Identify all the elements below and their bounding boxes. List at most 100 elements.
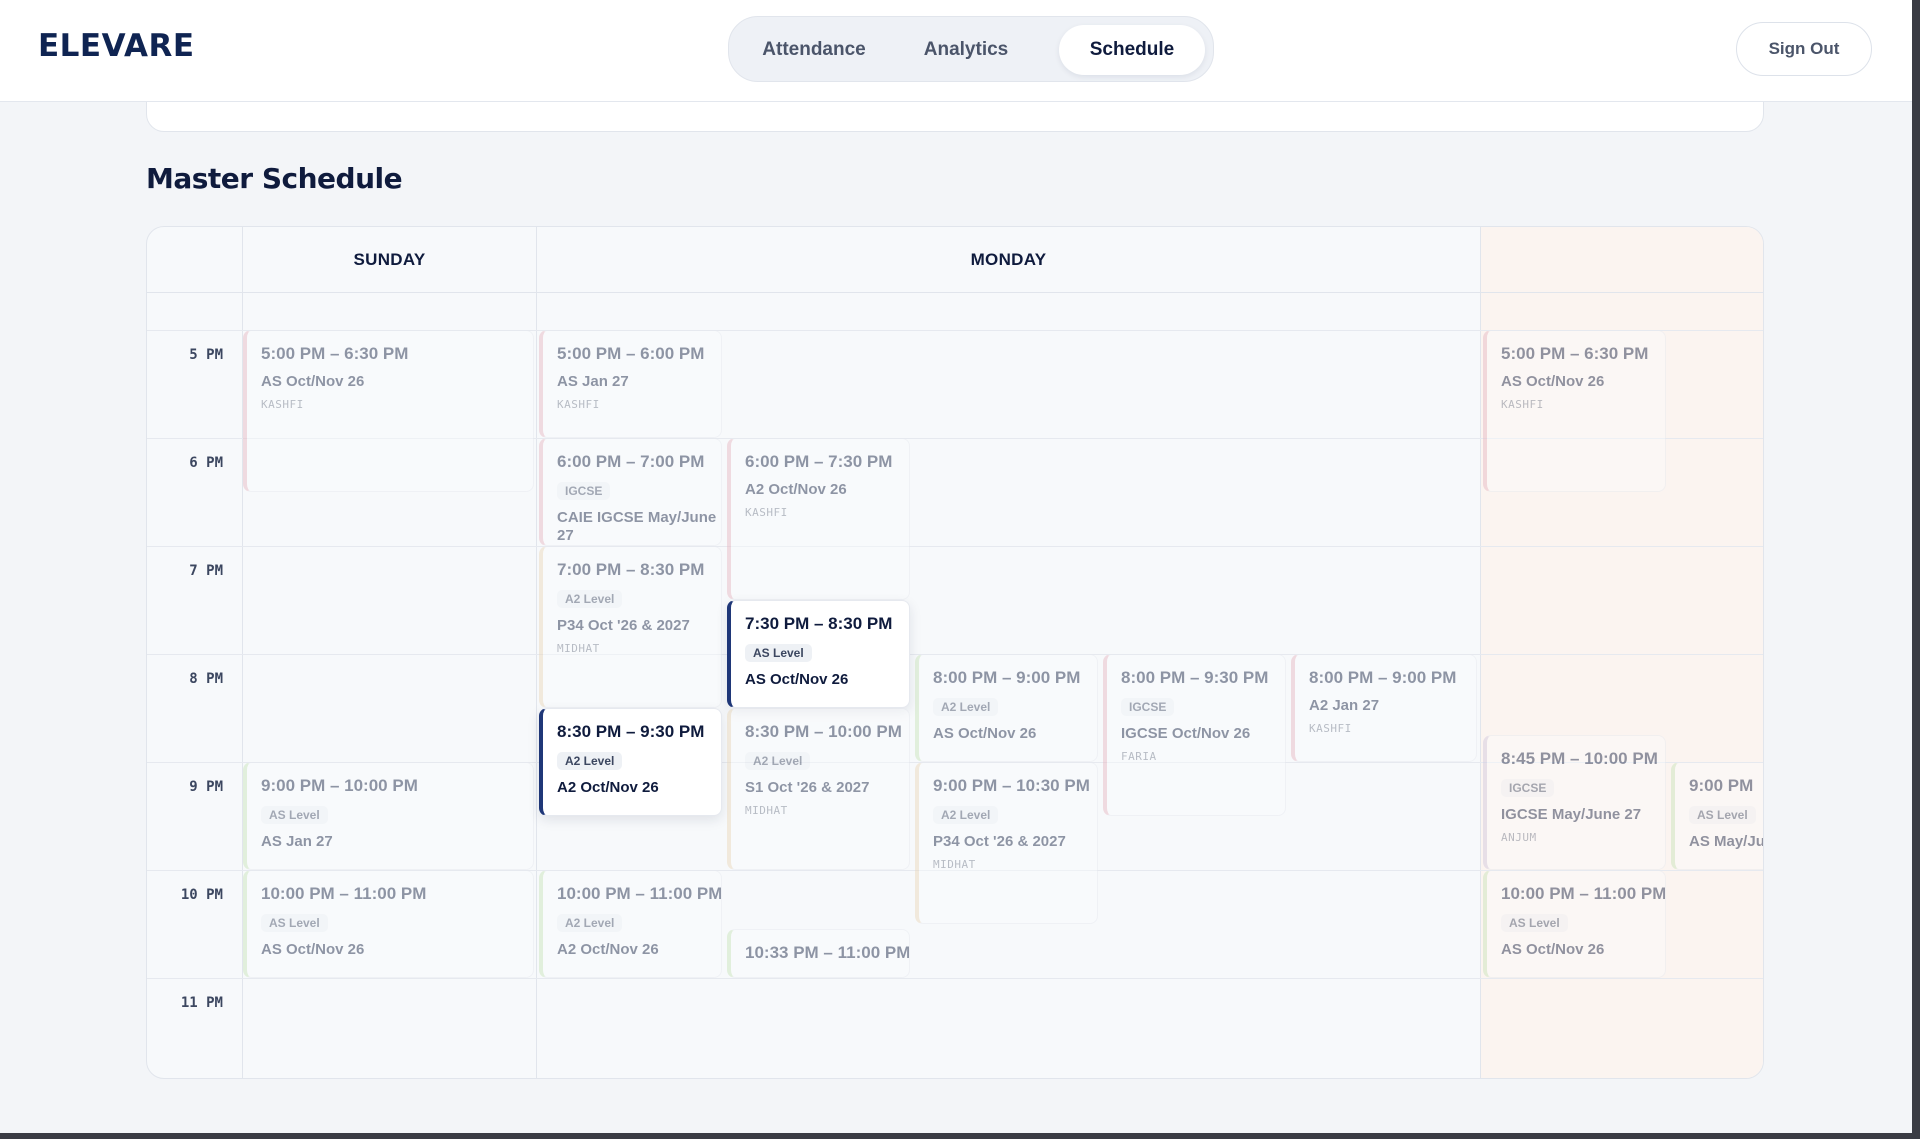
time-header-corner bbox=[147, 227, 242, 293]
event-title: AS Jan 27 bbox=[261, 833, 333, 850]
event-level-badge: AS Level bbox=[1689, 806, 1756, 824]
event-card[interactable]: 8:30 PM – 10:00 PM A2 Level S1 Oct '26 &… bbox=[727, 708, 910, 870]
event-level-badge: AS Level bbox=[745, 644, 812, 662]
event-card[interactable]: 5:00 PM – 6:30 PM AS Oct/Nov 26 KASHFI bbox=[1483, 330, 1666, 492]
time-label: 8 PM bbox=[189, 671, 223, 687]
event-level-badge: AS Level bbox=[261, 806, 328, 824]
event-level-badge: A2 Level bbox=[557, 590, 623, 608]
schedule-grid: SUNDAY MONDAY 5 PM 6 PM 7 PM 8 PM 9 PM 1… bbox=[146, 226, 1764, 1079]
event-time: 10:00 PM – 11:00 PM bbox=[261, 884, 427, 903]
column-divider bbox=[536, 227, 537, 1078]
event-time: 8:00 PM – 9:00 PM bbox=[933, 668, 1081, 687]
event-time: 9:00 PM – 10:30 PM bbox=[933, 776, 1090, 795]
event-title: CAIE IGCSE May/June 27 bbox=[557, 509, 717, 544]
event-time: 10:33 PM – 11:00 PM bbox=[745, 943, 910, 962]
event-title: A2 Jan 27 bbox=[1309, 697, 1380, 714]
event-level-badge: IGCSE bbox=[1121, 698, 1175, 716]
event-level-badge: A2 Level bbox=[557, 914, 623, 932]
event-tutor: MIDHAT bbox=[933, 858, 976, 871]
event-card[interactable]: 10:00 PM – 11:00 PM AS Level AS Oct/Nov … bbox=[1483, 870, 1666, 978]
event-card[interactable]: 8:00 PM – 9:00 PM A2 Jan 27 KASHFI bbox=[1291, 654, 1477, 762]
event-time: 8:30 PM – 10:00 PM bbox=[745, 722, 902, 741]
event-tutor: KASHFI bbox=[745, 506, 788, 519]
event-level-badge: IGCSE bbox=[557, 482, 611, 500]
event-title: S1 Oct '26 & 2027 bbox=[745, 779, 870, 796]
time-label: 5 PM bbox=[189, 347, 223, 363]
event-card-selected[interactable]: 8:30 PM – 9:30 PM A2 Level A2 Oct/Nov 26 bbox=[539, 708, 722, 816]
event-title: P34 Oct '26 & 2027 bbox=[933, 833, 1066, 850]
day-header-next bbox=[1481, 227, 1763, 293]
event-tutor: MIDHAT bbox=[557, 642, 600, 655]
event-tutor: KASHFI bbox=[1309, 722, 1352, 735]
event-title: A2 Oct/Nov 26 bbox=[557, 779, 659, 796]
event-title: IGCSE Oct/Nov 26 bbox=[1121, 725, 1251, 742]
event-title: P34 Oct '26 & 2027 bbox=[557, 617, 690, 634]
tab-schedule[interactable]: Schedule bbox=[1059, 25, 1205, 75]
sign-out-button[interactable]: Sign Out bbox=[1736, 22, 1872, 76]
event-time: 10:00 PM – 11:00 PM bbox=[557, 884, 722, 903]
event-title: A2 Oct/Nov 26 bbox=[745, 481, 847, 498]
event-tutor: KASHFI bbox=[557, 398, 600, 411]
event-title: AS Oct/Nov 26 bbox=[261, 941, 365, 958]
day-header-sunday: SUNDAY bbox=[243, 227, 536, 293]
event-card-selected[interactable]: 7:30 PM – 8:30 PM AS Level AS Oct/Nov 26 bbox=[727, 600, 910, 708]
event-tutor: ANJUM bbox=[1501, 831, 1537, 844]
event-time: 8:30 PM – 9:30 PM bbox=[557, 722, 705, 741]
time-label: 9 PM bbox=[189, 779, 223, 795]
event-card[interactable]: 6:00 PM – 7:00 PM IGCSE CAIE IGCSE May/J… bbox=[539, 438, 722, 546]
event-card[interactable]: 10:00 PM – 11:00 PM AS Level AS Oct/Nov … bbox=[243, 870, 534, 978]
event-time: 9:00 PM bbox=[1689, 776, 1754, 795]
event-title: AS Oct/Nov 26 bbox=[261, 373, 365, 390]
event-time: 9:00 PM – 10:00 PM bbox=[261, 776, 418, 795]
event-title: IGCSE May/June 27 bbox=[1501, 806, 1642, 823]
time-label: 10 PM bbox=[180, 887, 223, 903]
event-time: 5:00 PM – 6:30 PM bbox=[1501, 344, 1649, 363]
event-title: AS Oct/Nov 26 bbox=[933, 725, 1037, 742]
event-time: 7:30 PM – 8:30 PM bbox=[745, 614, 893, 633]
event-card[interactable]: 9:00 PM AS Level AS May/Ju bbox=[1671, 762, 1764, 870]
event-level-badge: AS Level bbox=[1501, 914, 1568, 932]
hour-line bbox=[147, 978, 1763, 979]
event-title: AS Oct/Nov 26 bbox=[1501, 941, 1605, 958]
column-divider bbox=[1480, 227, 1481, 1078]
event-card[interactable]: 8:00 PM – 9:00 PM A2 Level AS Oct/Nov 26 bbox=[915, 654, 1098, 762]
tab-attendance[interactable]: Attendance bbox=[747, 25, 881, 75]
event-title: AS Jan 27 bbox=[557, 373, 629, 390]
event-time: 8:45 PM – 10:00 PM bbox=[1501, 749, 1658, 768]
event-level-badge: A2 Level bbox=[933, 698, 999, 716]
event-card[interactable]: 7:00 PM – 8:30 PM A2 Level P34 Oct '26 &… bbox=[539, 546, 722, 708]
tab-analytics[interactable]: Analytics bbox=[899, 25, 1033, 75]
main-nav: Attendance Analytics Schedule bbox=[728, 16, 1214, 82]
event-card[interactable]: 9:00 PM – 10:30 PM A2 Level P34 Oct '26 … bbox=[915, 762, 1098, 924]
event-card[interactable]: 8:00 PM – 9:30 PM IGCSE IGCSE Oct/Nov 26… bbox=[1103, 654, 1286, 816]
event-level-badge: AS Level bbox=[261, 914, 328, 932]
event-time: 10:00 PM – 11:00 PM bbox=[1501, 884, 1666, 903]
event-title: A2 Oct/Nov 26 bbox=[557, 941, 659, 958]
event-tutor: KASHFI bbox=[1501, 398, 1544, 411]
event-title: AS Oct/Nov 26 bbox=[745, 671, 849, 688]
event-time: 5:00 PM – 6:00 PM bbox=[557, 344, 705, 363]
event-card[interactable]: 10:33 PM – 11:00 PM bbox=[727, 929, 910, 978]
day-header-monday: MONDAY bbox=[537, 227, 1480, 293]
event-card[interactable]: 6:00 PM – 7:30 PM A2 Oct/Nov 26 KASHFI bbox=[727, 438, 910, 600]
event-card[interactable]: 5:00 PM – 6:30 PM AS Oct/Nov 26 KASHFI bbox=[243, 330, 534, 492]
event-title: AS May/Ju bbox=[1689, 833, 1764, 850]
event-time: 7:00 PM – 8:30 PM bbox=[557, 560, 705, 579]
page: ELEVARE Attendance Analytics Schedule Si… bbox=[0, 0, 1912, 1133]
event-card[interactable]: 8:45 PM – 10:00 PM IGCSE IGCSE May/June … bbox=[1483, 735, 1666, 870]
event-time: 6:00 PM – 7:00 PM bbox=[557, 452, 705, 471]
event-card[interactable]: 10:00 PM – 11:00 PM A2 Level A2 Oct/Nov … bbox=[539, 870, 722, 978]
event-card[interactable]: 5:00 PM – 6:00 PM AS Jan 27 KASHFI bbox=[539, 330, 722, 438]
time-label: 6 PM bbox=[189, 455, 223, 471]
event-level-badge: A2 Level bbox=[557, 752, 623, 770]
event-tutor: KASHFI bbox=[261, 398, 304, 411]
brand-logo[interactable]: ELEVARE bbox=[38, 28, 195, 64]
top-header: ELEVARE Attendance Analytics Schedule Si… bbox=[0, 0, 1912, 102]
hour-line bbox=[147, 546, 1763, 547]
event-tutor: FARIA bbox=[1121, 750, 1157, 763]
event-level-badge: IGCSE bbox=[1501, 779, 1555, 797]
event-level-badge: A2 Level bbox=[933, 806, 999, 824]
event-card[interactable]: 9:00 PM – 10:00 PM AS Level AS Jan 27 bbox=[243, 762, 534, 870]
time-label: 11 PM bbox=[180, 995, 223, 1011]
time-label: 7 PM bbox=[189, 563, 223, 579]
